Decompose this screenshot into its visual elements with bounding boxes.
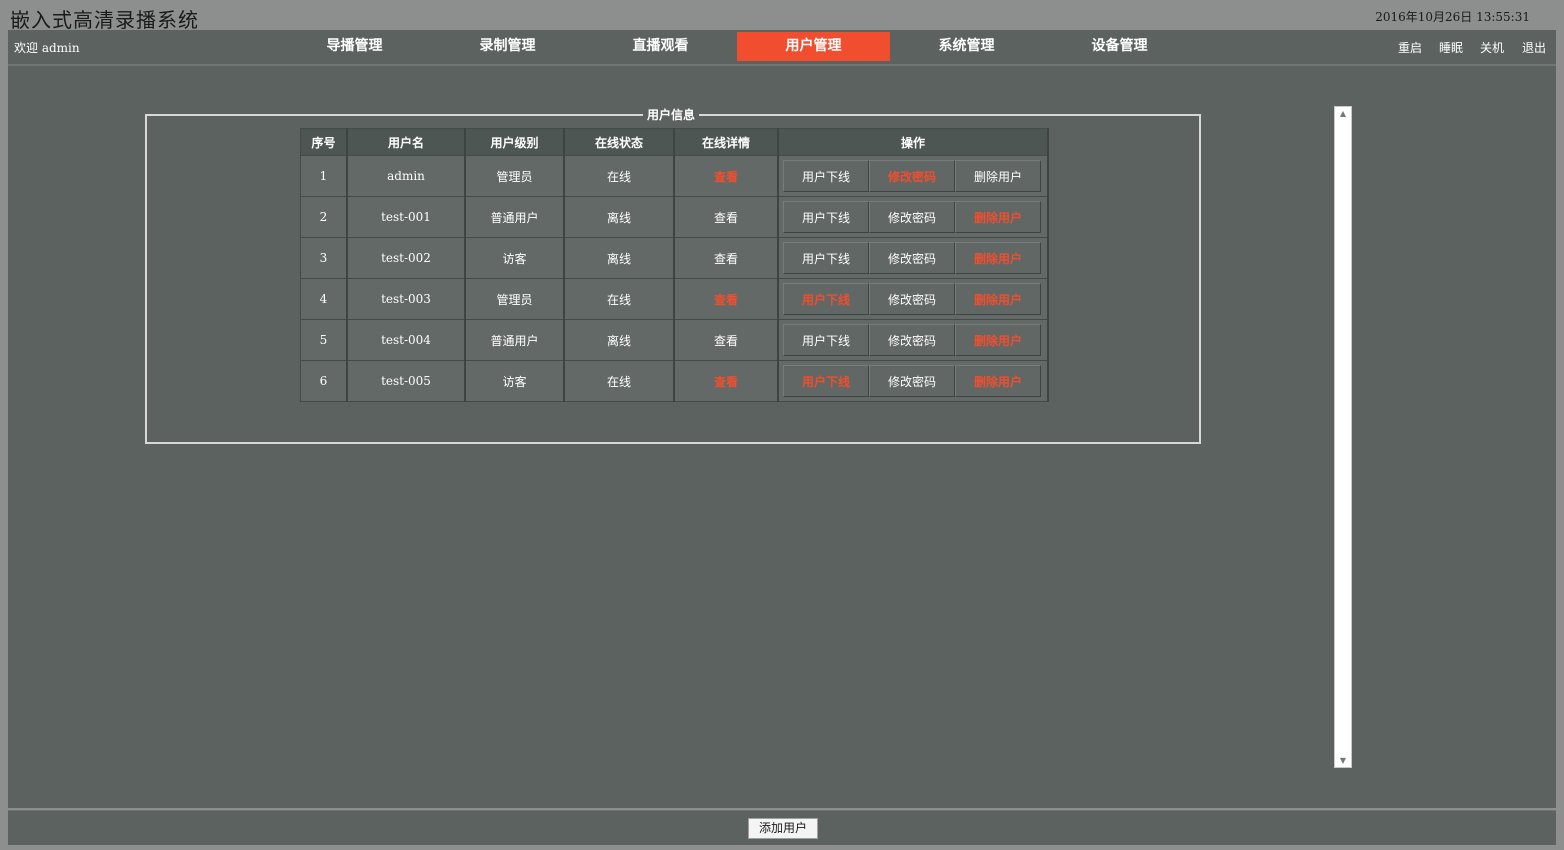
- logout-user-button[interactable]: 用户下线: [783, 283, 869, 315]
- cell-id: 5: [300, 319, 348, 361]
- table-row: 5 test-004 普通用户 离线 查看 用户下线 修改密码 删除用户: [300, 319, 1049, 361]
- scroll-down-icon[interactable]: ▼: [1335, 756, 1351, 765]
- title-bar: 嵌入式高清录播系统 2016年10月26日 13:55:31: [0, 0, 1564, 32]
- col-header-status: 在线状态: [563, 128, 675, 156]
- cell-username: test-002: [346, 237, 466, 279]
- cell-username: test-004: [346, 319, 466, 361]
- navbar: 欢迎 admin 导播管理 录制管理 直播观看 用户管理 系统管理 设备管理 重…: [8, 30, 1556, 66]
- table-header-row: 序号 用户名 用户级别 在线状态 在线详情 操作: [300, 128, 1049, 156]
- vertical-scrollbar[interactable]: ▲ ▼: [1334, 106, 1352, 768]
- table-row: 2 test-001 普通用户 离线 查看 用户下线 修改密码 删除用户: [300, 196, 1049, 238]
- sleep-button[interactable]: 睡眠: [1439, 39, 1463, 56]
- cell-ops: 用户下线 修改密码 删除用户: [777, 196, 1049, 238]
- delete-user-button[interactable]: 删除用户: [955, 365, 1041, 397]
- logout-button[interactable]: 退出: [1522, 39, 1546, 56]
- cell-ops: 用户下线 修改密码 删除用户: [777, 319, 1049, 361]
- col-header-detail: 在线详情: [673, 128, 779, 156]
- cell-id: 3: [300, 237, 348, 279]
- col-header-id: 序号: [300, 128, 348, 156]
- cell-ops: 用户下线 修改密码 删除用户: [777, 278, 1049, 320]
- change-password-button[interactable]: 修改密码: [869, 160, 955, 192]
- view-detail-link[interactable]: 查看: [673, 237, 779, 279]
- tab-recording[interactable]: 录制管理: [431, 32, 584, 61]
- change-password-button[interactable]: 修改密码: [869, 324, 955, 356]
- cell-id: 1: [300, 155, 348, 197]
- cell-status: 离线: [563, 237, 675, 279]
- cell-username: test-005: [346, 360, 466, 402]
- cell-level: 访客: [464, 360, 565, 402]
- cell-ops: 用户下线 修改密码 删除用户: [777, 360, 1049, 402]
- tab-director[interactable]: 导播管理: [278, 32, 431, 61]
- table-row: 4 test-003 管理员 在线 查看 用户下线 修改密码 删除用户: [300, 278, 1049, 320]
- restart-button[interactable]: 重启: [1398, 39, 1422, 56]
- cell-level: 管理员: [464, 155, 565, 197]
- tab-live[interactable]: 直播观看: [584, 32, 737, 61]
- col-header-username: 用户名: [346, 128, 466, 156]
- cell-status: 在线: [563, 360, 675, 402]
- col-header-ops: 操作: [777, 128, 1049, 156]
- cell-id: 6: [300, 360, 348, 402]
- delete-user-button[interactable]: 删除用户: [955, 283, 1041, 315]
- table-row: 3 test-002 访客 离线 查看 用户下线 修改密码 删除用户: [300, 237, 1049, 279]
- logout-user-button[interactable]: 用户下线: [783, 242, 869, 274]
- cell-username: test-003: [346, 278, 466, 320]
- tab-system[interactable]: 系统管理: [890, 32, 1043, 61]
- cell-username: admin: [346, 155, 466, 197]
- view-detail-link[interactable]: 查看: [673, 319, 779, 361]
- logout-user-button[interactable]: 用户下线: [783, 365, 869, 397]
- add-user-button[interactable]: 添加用户: [748, 818, 818, 839]
- cell-level: 普通用户: [464, 196, 565, 238]
- cell-ops: 用户下线 修改密码 删除用户: [777, 155, 1049, 197]
- cell-level: 管理员: [464, 278, 565, 320]
- table-row: 6 test-005 访客 在线 查看 用户下线 修改密码 删除用户: [300, 360, 1049, 402]
- delete-user-button[interactable]: 删除用户: [955, 324, 1041, 356]
- view-detail-link[interactable]: 查看: [673, 155, 779, 197]
- delete-user-button[interactable]: 删除用户: [955, 242, 1041, 274]
- panel-legend: 用户信息: [643, 106, 700, 123]
- footer-bar: 添加用户: [8, 810, 1556, 845]
- change-password-button[interactable]: 修改密码: [869, 242, 955, 274]
- change-password-button[interactable]: 修改密码: [869, 365, 955, 397]
- tab-users[interactable]: 用户管理: [737, 32, 890, 61]
- scroll-up-icon[interactable]: ▲: [1335, 109, 1351, 118]
- table-row: 1 admin 管理员 在线 查看 用户下线 修改密码 删除用户: [300, 155, 1049, 197]
- view-detail-link[interactable]: 查看: [673, 360, 779, 402]
- change-password-button[interactable]: 修改密码: [869, 283, 955, 315]
- col-header-level: 用户级别: [464, 128, 565, 156]
- delete-user-button[interactable]: 删除用户: [955, 160, 1041, 192]
- datetime: 2016年10月26日 13:55:31: [1375, 10, 1530, 24]
- delete-user-button[interactable]: 删除用户: [955, 201, 1041, 233]
- cell-status: 在线: [563, 155, 675, 197]
- cell-id: 4: [300, 278, 348, 320]
- view-detail-link[interactable]: 查看: [673, 196, 779, 238]
- user-table: 序号 用户名 用户级别 在线状态 在线详情 操作 1 admin 管理员 在线 …: [300, 128, 1049, 402]
- change-password-button[interactable]: 修改密码: [869, 201, 955, 233]
- user-info-panel: 用户信息 序号 用户名 用户级别 在线状态 在线详情 操作 1 admin 管理…: [145, 106, 1201, 444]
- cell-username: test-001: [346, 196, 466, 238]
- main-content: 用户信息 序号 用户名 用户级别 在线状态 在线详情 操作 1 admin 管理…: [8, 66, 1556, 808]
- shutdown-button[interactable]: 关机: [1480, 39, 1504, 56]
- cell-status: 离线: [563, 319, 675, 361]
- welcome-text: 欢迎 admin: [14, 41, 80, 55]
- cell-ops: 用户下线 修改密码 删除用户: [777, 237, 1049, 279]
- logout-user-button[interactable]: 用户下线: [783, 160, 869, 192]
- logout-user-button[interactable]: 用户下线: [783, 324, 869, 356]
- cell-status: 离线: [563, 196, 675, 238]
- cell-id: 2: [300, 196, 348, 238]
- cell-level: 普通用户: [464, 319, 565, 361]
- cell-level: 访客: [464, 237, 565, 279]
- cell-status: 在线: [563, 278, 675, 320]
- app-title: 嵌入式高清录播系统: [10, 8, 199, 32]
- tab-devices[interactable]: 设备管理: [1043, 32, 1196, 61]
- view-detail-link[interactable]: 查看: [673, 278, 779, 320]
- logout-user-button[interactable]: 用户下线: [783, 201, 869, 233]
